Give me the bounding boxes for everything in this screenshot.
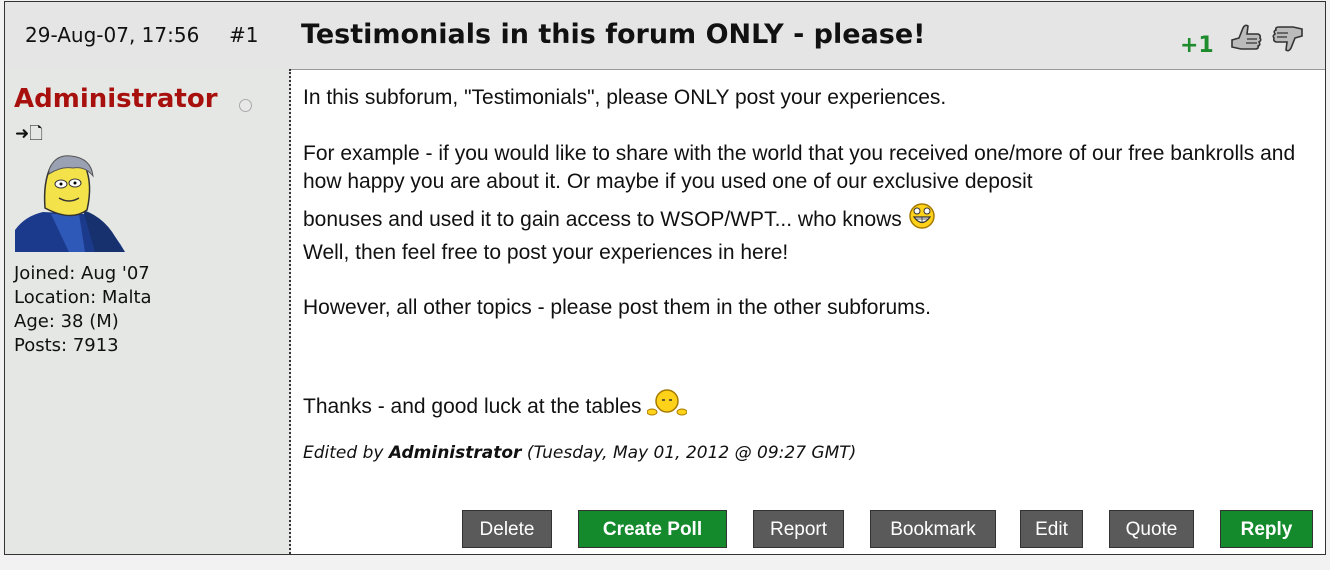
reply-button[interactable]: Reply bbox=[1220, 510, 1313, 548]
reputation-score: +1 bbox=[1180, 33, 1214, 58]
post-paragraph: Thanks - and good luck at the tables bbox=[303, 387, 1317, 421]
post-paragraph: However, all other topics - please post … bbox=[303, 296, 931, 319]
edited-prefix: Edited by bbox=[303, 443, 384, 463]
post-paragraph: In this subforum, "Testimonials", please… bbox=[303, 86, 947, 109]
post-title: Testimonials in this forum ONLY - please… bbox=[301, 19, 926, 50]
quote-button[interactable]: Quote bbox=[1109, 510, 1194, 548]
thumbs-down-icon[interactable] bbox=[1269, 20, 1307, 56]
age: Age: 38 (M) bbox=[14, 311, 119, 332]
edited-by-user[interactable]: Administrator bbox=[389, 443, 522, 463]
post-paragraph: For example - if you would like to share… bbox=[303, 142, 1296, 193]
joined-date: Joined: Aug '07 bbox=[14, 263, 150, 284]
create-poll-button[interactable]: Create Poll bbox=[578, 510, 727, 548]
author-username[interactable]: Administrator bbox=[14, 84, 218, 114]
bookmark-button[interactable]: Bookmark bbox=[870, 510, 996, 548]
edit-button[interactable]: Edit bbox=[1020, 510, 1083, 548]
post-body: In this subforum, "Testimonials", please… bbox=[303, 69, 1317, 554]
author-sidebar: Administrator ➜🗋 Joined: Aug '07 Locatio… bbox=[5, 69, 291, 554]
thumbs-up-icon[interactable] bbox=[1227, 20, 1265, 56]
location: Location: Malta bbox=[14, 287, 152, 308]
post-header: 29-Aug-07, 17:56 #1 Testimonials in this… bbox=[5, 2, 1325, 70]
post-count: Posts: 7913 bbox=[14, 335, 119, 356]
post-date: 29-Aug-07, 17:56 bbox=[25, 23, 200, 47]
grin-smiley-icon bbox=[908, 203, 935, 229]
author-details: Joined: Aug '07 Location: Malta Age: 38 … bbox=[14, 262, 152, 358]
post-paragraph: Well, then feel free to post your experi… bbox=[303, 241, 789, 264]
edited-note: Edited by Administrator (Tuesday, May 01… bbox=[303, 439, 856, 467]
forum-post: 29-Aug-07, 17:56 #1 Testimonials in this… bbox=[4, 1, 1326, 555]
post-number[interactable]: #1 bbox=[229, 23, 258, 47]
delete-button[interactable]: Delete bbox=[462, 510, 552, 548]
offline-status-icon bbox=[239, 99, 252, 112]
user-avatar bbox=[15, 155, 125, 252]
post-text: Thanks - and good luck at the tables bbox=[303, 395, 642, 418]
edited-timestamp: (Tuesday, May 01, 2012 @ 09:27 GMT) bbox=[526, 443, 857, 463]
waving-smiley-icon bbox=[647, 389, 688, 416]
post-text: bonuses and used it to gain access to WS… bbox=[303, 208, 902, 231]
profile-link-icon[interactable]: ➜🗋 bbox=[15, 121, 43, 150]
post-paragraph: bonuses and used it to gain access to WS… bbox=[303, 202, 1317, 234]
report-button[interactable]: Report bbox=[753, 510, 844, 548]
